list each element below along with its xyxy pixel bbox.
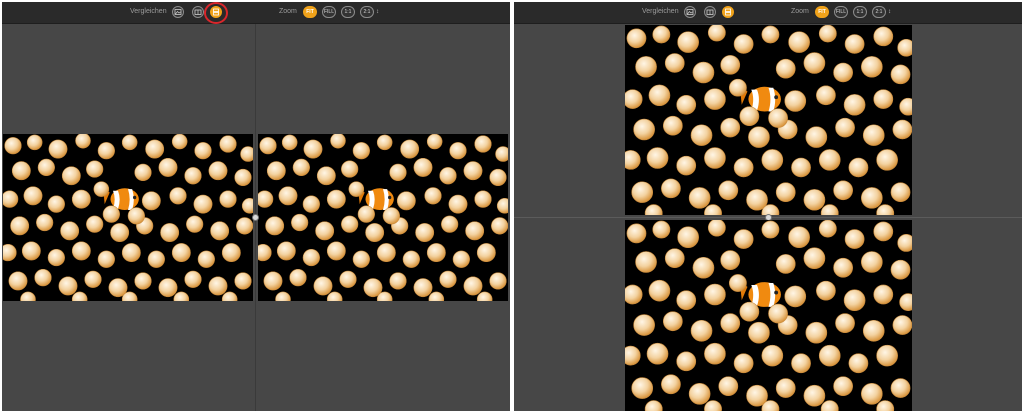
photo-compare-icon	[174, 9, 182, 15]
zoom-fill-button[interactable]: FILL	[834, 6, 848, 18]
compare-view-top-bottom: Vergleichen Zoom FIT FILL 1:1 2:1 ↕	[514, 2, 1022, 411]
layers-compare-button[interactable]	[192, 6, 204, 18]
zoom-1-1-button[interactable]: 1:1	[341, 6, 355, 18]
before-photo	[3, 134, 253, 301]
layers-compare-icon	[706, 9, 714, 15]
zoom-fit-button[interactable]: FIT	[303, 6, 317, 18]
after-photo	[625, 220, 912, 411]
before-photo	[625, 25, 912, 215]
split-handle[interactable]	[252, 214, 259, 221]
compare-label: Vergleichen	[130, 8, 167, 15]
zoom-1-1-button[interactable]: 1:1	[853, 6, 867, 18]
compare-view-side-by-side: Vergleichen Zoom FIT FILL 1:1 2:1 ↕	[2, 2, 510, 411]
zoom-label: Zoom	[279, 8, 297, 15]
layers-compare-icon	[194, 9, 202, 15]
after-photo	[258, 134, 508, 301]
photo-compare-icon	[686, 9, 694, 15]
zoom-fit-button[interactable]: FIT	[815, 6, 829, 18]
layers-compare-button[interactable]	[704, 6, 716, 18]
zoom-2-1-button[interactable]: 2:1	[360, 6, 374, 18]
clownfish-anemone-image	[258, 134, 508, 301]
split-compare-icon	[725, 8, 731, 16]
zoom-fill-button[interactable]: FILL	[322, 6, 336, 18]
zoom-stepper-icon[interactable]: ↕	[888, 8, 891, 16]
zoom-2-1-button[interactable]: 2:1	[872, 6, 886, 18]
clownfish-anemone-image	[625, 25, 912, 215]
zoom-label: Zoom	[791, 8, 809, 15]
compare-toolbar: Vergleichen Zoom FIT FILL 1:1 2:1 ↕	[514, 2, 1022, 24]
split-compare-button[interactable]	[722, 6, 734, 18]
clownfish-anemone-image	[625, 220, 912, 411]
clownfish-anemone-image	[3, 134, 253, 301]
zoom-stepper-icon[interactable]: ↕	[376, 8, 379, 16]
photo-compare-button[interactable]	[684, 6, 696, 18]
highlight-circle	[204, 2, 228, 24]
compare-label: Vergleichen	[642, 8, 679, 15]
photo-compare-button[interactable]	[172, 6, 184, 18]
compare-toolbar: Vergleichen Zoom FIT FILL 1:1 2:1 ↕	[2, 2, 510, 24]
